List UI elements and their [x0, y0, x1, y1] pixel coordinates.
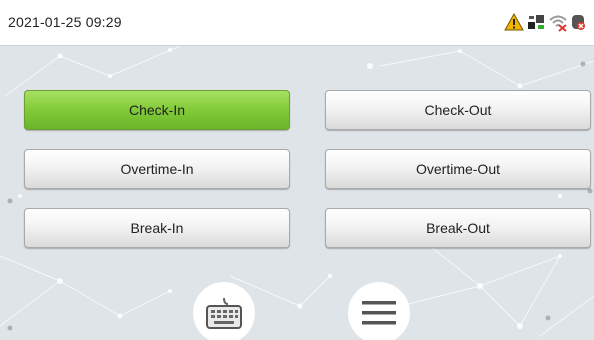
status-icons: [504, 10, 590, 34]
warning-icon: [504, 11, 524, 33]
cloud-server-error-icon: [570, 11, 590, 33]
overtime-out-button[interactable]: Overtime-Out: [325, 149, 591, 189]
break-out-button[interactable]: Break-Out: [325, 208, 591, 248]
status-bar: 2021-01-25 09:29: [0, 0, 594, 46]
break-in-button[interactable]: Break-In: [24, 208, 290, 248]
date-time-display: 2021-01-25 09:29: [8, 14, 122, 30]
menu-button[interactable]: [348, 282, 410, 340]
keyboard-icon: [206, 297, 242, 329]
wifi-disconnected-icon: [548, 11, 568, 33]
network-icon: [526, 11, 546, 33]
check-out-button[interactable]: Check-Out: [325, 90, 591, 130]
menu-icon: [362, 301, 396, 325]
check-in-button[interactable]: Check-In: [24, 90, 290, 130]
keyboard-button[interactable]: [193, 282, 255, 340]
main-panel: Check-In Check-Out Overtime-In Overtime-…: [0, 46, 594, 340]
overtime-in-button[interactable]: Overtime-In: [24, 149, 290, 189]
attendance-screen: 2021-01-25 09:29 Check-In Check-Out Over…: [0, 0, 594, 340]
